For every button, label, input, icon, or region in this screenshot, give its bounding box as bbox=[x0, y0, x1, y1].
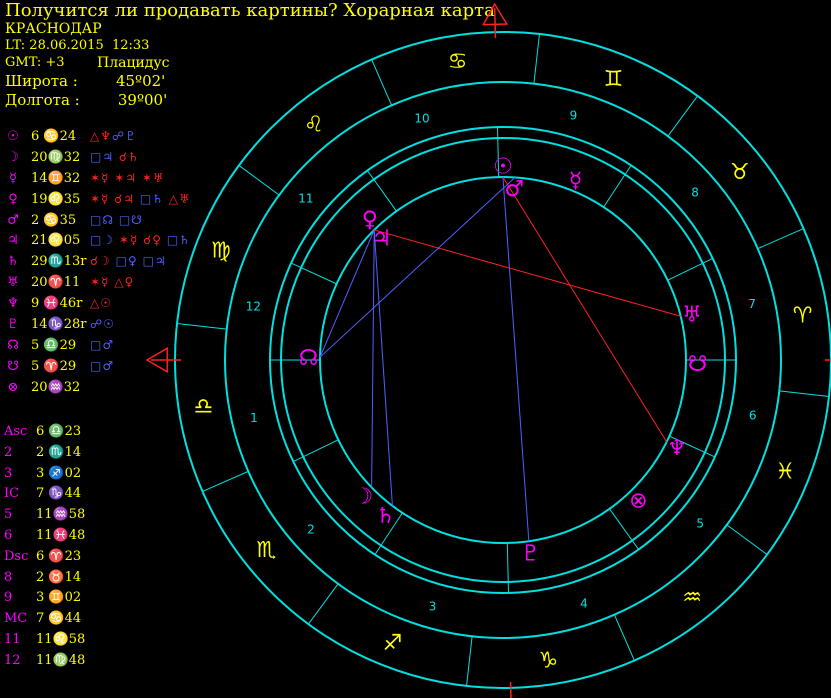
horary-chart-wheel: ♈♉♊♋♌♍♎♏♐♑♒♓123 456789101112☉☽☿♀♂♃♄♅♆♇☊ ☋⊗ bbox=[145, 2, 831, 698]
pluto-glyph: ♇ bbox=[521, 542, 541, 567]
north-node-glyph: ☊ bbox=[299, 346, 319, 371]
aspect-line bbox=[502, 176, 668, 443]
wheel-ring bbox=[280, 137, 726, 583]
mercury-glyph: ☿ bbox=[569, 169, 583, 194]
aspect-line bbox=[371, 229, 375, 488]
axis-line bbox=[509, 681, 512, 698]
mars-glyph: ♂ bbox=[505, 177, 525, 202]
zodiac-sign-glyph: ♈ bbox=[793, 304, 813, 329]
uranus-glyph: ♅ bbox=[682, 303, 702, 328]
zodiac-sign-glyph: ♌ bbox=[304, 112, 324, 137]
house-number: 5 bbox=[696, 517, 704, 531]
fortune-glyph: ⊗ bbox=[629, 489, 647, 514]
house-number: 3 bbox=[429, 600, 437, 614]
sign-boundary bbox=[757, 228, 804, 250]
house-number: 6 bbox=[749, 408, 757, 422]
house-number: 7 bbox=[748, 297, 756, 311]
jupiter-glyph: ♃ bbox=[372, 226, 392, 251]
wheel-ring bbox=[269, 126, 737, 594]
sign-boundary bbox=[371, 59, 393, 106]
house-cusp-line bbox=[506, 542, 509, 593]
aspect-line bbox=[319, 177, 516, 358]
aspect-line bbox=[373, 229, 393, 506]
house-number: 11 bbox=[298, 191, 313, 205]
zodiac-sign-glyph: ♐ bbox=[383, 631, 403, 656]
aspect-line bbox=[502, 176, 530, 542]
zodiac-sign-glyph: ♓ bbox=[775, 459, 795, 484]
zodiac-sign-glyph: ♏ bbox=[256, 538, 276, 563]
axis-line bbox=[493, 8, 497, 39]
neptune-glyph: ♆ bbox=[667, 436, 687, 461]
sign-boundary bbox=[466, 636, 473, 687]
house-cusp-line bbox=[366, 170, 397, 212]
south-node-glyph: ☋ bbox=[688, 352, 708, 377]
zodiac-sign-glyph: ♋ bbox=[448, 49, 468, 74]
sign-boundary bbox=[176, 323, 227, 330]
moon-glyph: ☽ bbox=[354, 484, 374, 509]
sign-boundary bbox=[308, 583, 339, 625]
house-cusp-line bbox=[609, 508, 640, 550]
sign-boundary bbox=[667, 95, 698, 137]
sign-boundary bbox=[779, 390, 830, 397]
sign-boundary bbox=[726, 524, 768, 555]
house-cusp-line bbox=[603, 165, 632, 208]
sign-boundary bbox=[202, 470, 249, 492]
house-number: 2 bbox=[307, 522, 315, 536]
zodiac-sign-glyph: ♊ bbox=[604, 67, 624, 92]
house-number: 12 bbox=[246, 300, 261, 314]
sun-glyph: ☉ bbox=[493, 155, 513, 180]
sign-boundary bbox=[613, 614, 635, 661]
zodiac-sign-glyph: ♍ bbox=[211, 239, 231, 264]
sign-boundary bbox=[533, 33, 540, 84]
house-number: 8 bbox=[691, 186, 699, 200]
house-number: 4 bbox=[580, 596, 588, 610]
zodiac-sign-glyph: ♉ bbox=[730, 160, 750, 185]
zodiac-sign-glyph: ♑ bbox=[539, 649, 559, 674]
saturn-glyph: ♄ bbox=[376, 504, 396, 529]
house-number: 9 bbox=[570, 108, 578, 122]
aspect-line bbox=[374, 229, 681, 317]
sign-boundary bbox=[238, 165, 280, 196]
aspect-line bbox=[319, 229, 375, 358]
zodiac-sign-glyph: ♒ bbox=[682, 586, 702, 611]
zodiac-sign-glyph: ♎ bbox=[194, 394, 214, 419]
house-number: 1 bbox=[250, 411, 258, 425]
house-number: 10 bbox=[414, 112, 429, 126]
